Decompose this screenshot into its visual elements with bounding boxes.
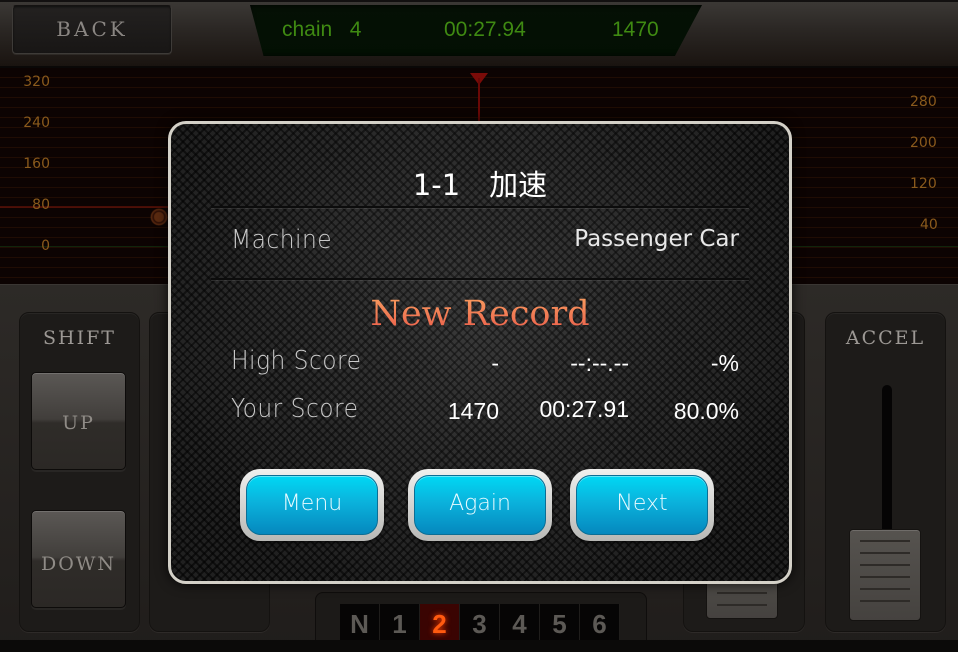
machine-value: Passenger Car (574, 226, 739, 252)
gear-cell: N (340, 604, 380, 642)
divider (211, 278, 749, 280)
accel-lever-handle[interactable] (849, 529, 921, 621)
high-score-points: - (491, 350, 499, 376)
left-axis-tick: 0 (41, 238, 50, 254)
gear-cell: 4 (500, 604, 540, 642)
gear-cell: 1 (380, 604, 420, 642)
your-score-percent: 80.0% (673, 398, 739, 424)
gear-cell: 6 (580, 604, 620, 642)
right-axis-tick: 280 (910, 94, 937, 110)
shift-up-button[interactable]: UP (31, 372, 126, 470)
again-button-label[interactable]: Again (414, 475, 546, 535)
menu-button-label[interactable]: Menu (246, 475, 378, 535)
hud-display: chain 4 00:27.94 1470 (250, 5, 702, 56)
hud-chain: chain 4 (282, 18, 362, 41)
hud-score: 1470 (612, 18, 659, 41)
left-axis-tick: 320 (23, 74, 50, 90)
left-axis-tick: 160 (23, 156, 50, 172)
menu-button[interactable]: Menu (240, 469, 384, 541)
shift-panel: SHIFT UP DOWN (19, 312, 140, 632)
machine-label: Machine (231, 225, 333, 255)
new-record-banner: New Record (171, 294, 789, 334)
chart-speed-trace (0, 206, 180, 208)
next-button-label[interactable]: Next (576, 475, 708, 535)
next-button[interactable]: Next (570, 469, 714, 541)
your-score-points: 1470 (447, 398, 499, 424)
left-axis-tick: 80 (32, 197, 50, 213)
your-score-label: Your Score (231, 394, 359, 424)
right-axis-tick: 200 (910, 135, 937, 151)
shift-down-button[interactable]: DOWN (31, 510, 126, 608)
top-bar: BACK chain 4 00:27.94 1470 (0, 0, 958, 68)
high-score-label: High Score (231, 346, 362, 376)
chart-position-dot (150, 208, 168, 226)
deck-bottom-edge (0, 640, 958, 652)
gear-cell: 3 (460, 604, 500, 642)
your-score-time: 00:27.91 (539, 396, 629, 422)
position-marker-line (478, 78, 480, 124)
result-dialog: 1-1 加速 Machine Passenger Car New Record … (168, 121, 792, 584)
gear-cell: 5 (540, 604, 580, 642)
high-score-percent: -% (710, 350, 739, 376)
hud-time: 00:27.94 (444, 18, 526, 41)
again-button[interactable]: Again (408, 469, 552, 541)
right-axis-tick: 120 (910, 176, 937, 192)
right-axis-tick: 40 (920, 217, 938, 233)
divider (211, 206, 749, 208)
left-axis-tick: 240 (23, 115, 50, 131)
stage-title: 1-1 加速 (412, 168, 548, 202)
gear-indicator: N 1 2 3 4 5 6 (340, 604, 620, 642)
back-button[interactable]: BACK (12, 5, 172, 54)
accel-panel: ACCEL (825, 312, 946, 632)
accel-label: ACCEL (845, 327, 926, 349)
high-score-time: --:--.-- (570, 350, 629, 376)
gear-cell-active: 2 (420, 604, 460, 642)
shift-label: SHIFT (43, 327, 116, 349)
